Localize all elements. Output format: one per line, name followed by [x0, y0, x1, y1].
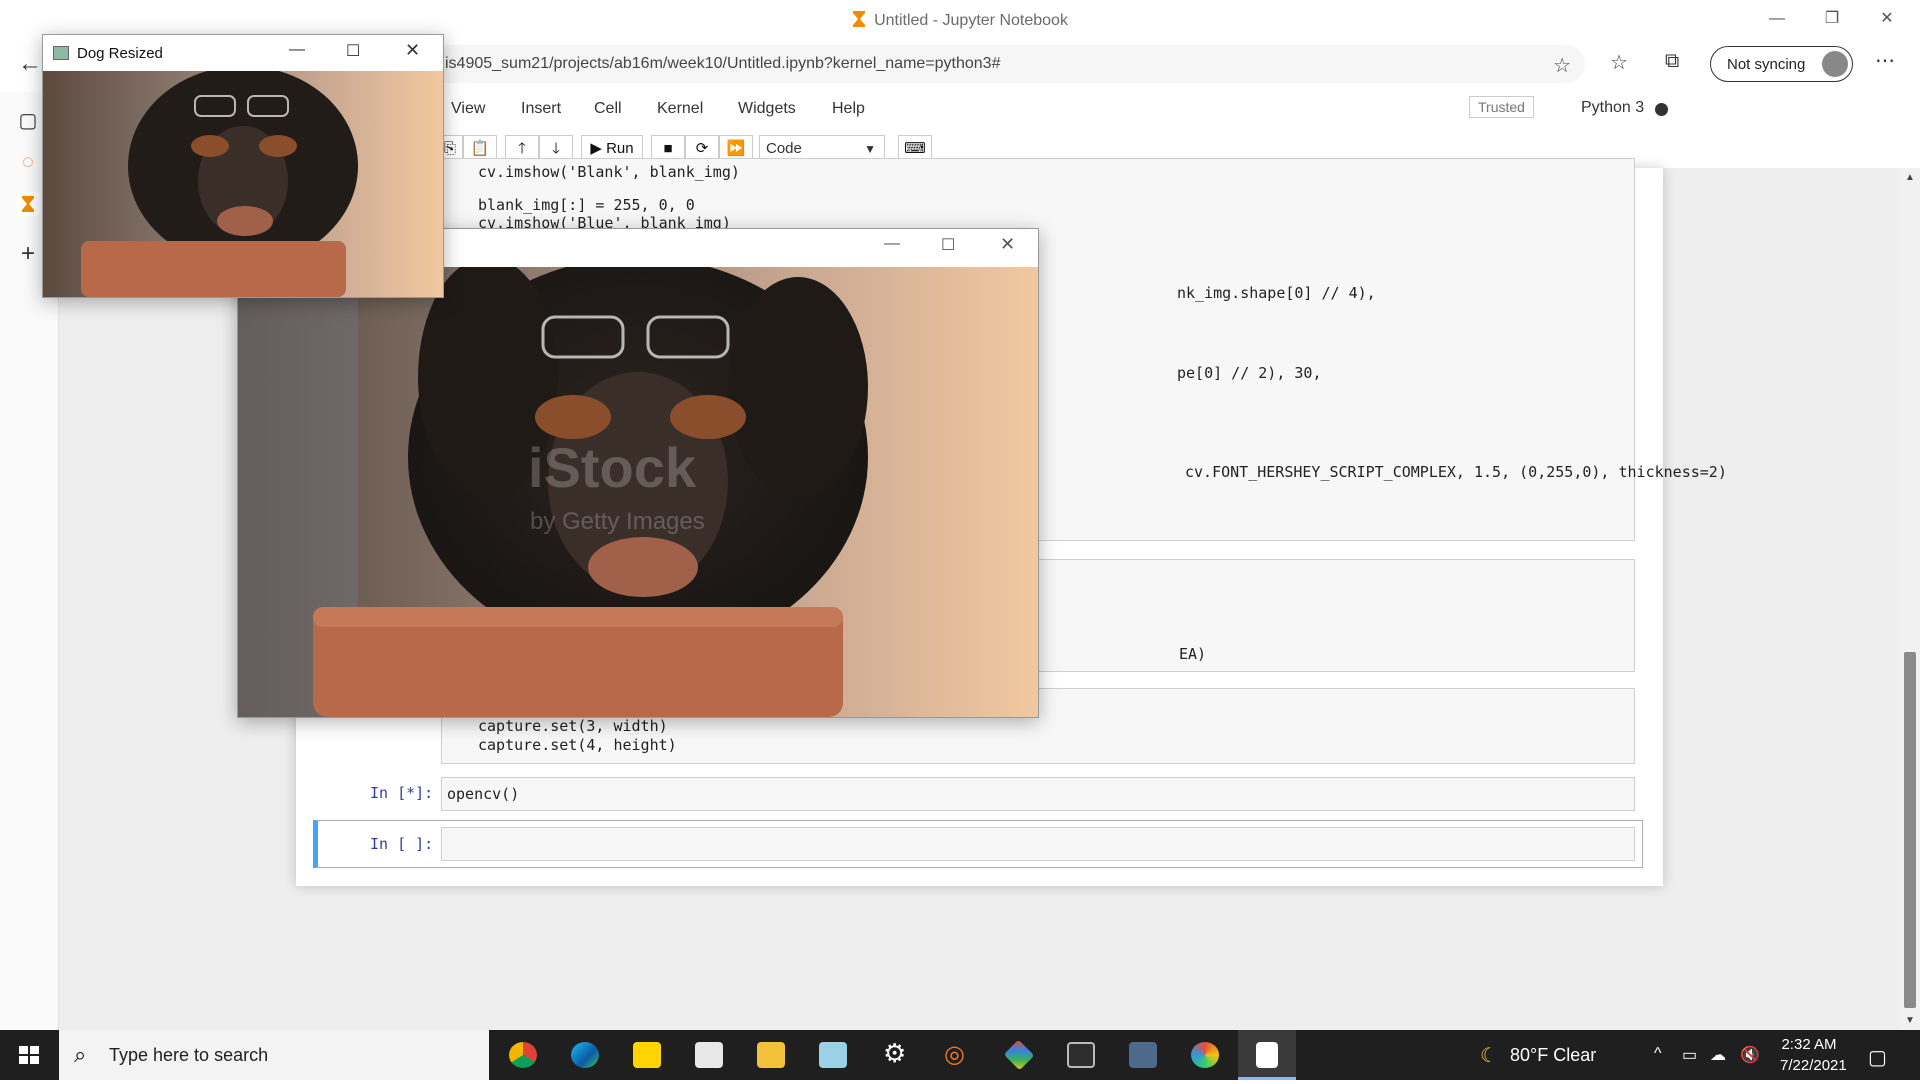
tab-actions-icon[interactable]: ▢: [16, 108, 40, 132]
watermark-subtext: by Getty Images: [530, 508, 705, 535]
windows-logo-icon: [19, 1046, 39, 1064]
close-icon[interactable]: ✕: [1000, 234, 1015, 255]
paint-app-icon[interactable]: [1176, 1030, 1234, 1080]
start-button[interactable]: [0, 1030, 58, 1080]
moon-weather-icon: ☾: [1480, 1045, 1498, 1067]
maximize-icon[interactable]: ☐: [346, 41, 360, 61]
jupyter-tab-icon[interactable]: ◌: [16, 151, 40, 175]
url-text[interactable]: is4905_sum21/projects/ab16m/week10/Untit…: [445, 55, 1000, 73]
menu-help[interactable]: Help: [832, 100, 865, 118]
vertical-scrollbar[interactable]: ▲ ▼: [1900, 168, 1920, 1030]
scroll-up-icon[interactable]: ▲: [1905, 172, 1915, 183]
search-icon: ⌕: [74, 1042, 87, 1067]
store-app-icon[interactable]: [680, 1030, 738, 1080]
dog-resized-window[interactable]: Dog Resized — ☐ ✕: [42, 34, 444, 298]
scrollbar-thumb[interactable]: [1904, 652, 1916, 1008]
sticky-notes-app-icon[interactable]: [618, 1030, 676, 1080]
cell-prompt: In [ ]:: [370, 835, 434, 853]
close-icon[interactable]: ✕: [405, 40, 420, 61]
profile-sync-button[interactable]: Not syncing: [1710, 46, 1853, 82]
settings-app-icon[interactable]: ⚙: [866, 1030, 924, 1080]
weather-text[interactable]: 80°F Clear: [1510, 1045, 1596, 1066]
notepad-app-icon[interactable]: [1238, 1030, 1296, 1080]
onedrive-cloud-icon[interactable]: ☁: [1710, 1045, 1726, 1065]
minimize-icon[interactable]: —: [289, 41, 305, 59]
code-line: cv.FONT_HERSHEY_SCRIPT_COMPLEX, 1.5, (0,…: [1185, 463, 1727, 481]
file-explorer-app-icon[interactable]: [742, 1030, 800, 1080]
notifications-icon[interactable]: ▢: [1868, 1045, 1887, 1070]
favorites-icon[interactable]: ☆: [1610, 50, 1628, 75]
hourglass-tab-icon[interactable]: [16, 192, 40, 216]
calculator-app-icon[interactable]: [1114, 1030, 1172, 1080]
app-window-icon: [53, 46, 69, 60]
chrome-app-icon[interactable]: [494, 1030, 552, 1080]
menu-cell[interactable]: Cell: [594, 100, 622, 118]
code-line: capture.set(3, width): [478, 717, 668, 735]
jupyter-app-icon[interactable]: ◎: [928, 1030, 986, 1080]
empty-code-input[interactable]: [441, 827, 1635, 861]
maximize-icon[interactable]: ☐: [941, 235, 955, 255]
kernel-name: Python 3: [1581, 99, 1645, 116]
edge-app-icon[interactable]: [556, 1030, 614, 1080]
close-button[interactable]: ✕: [1864, 4, 1910, 34]
collections-icon[interactable]: ⧉: [1665, 50, 1679, 73]
address-bar[interactable]: is4905_sum21/projects/ab16m/week10/Untit…: [420, 45, 1585, 83]
code-line: nk_img.shape[0] // 4),: [1177, 284, 1376, 302]
chevron-up-icon[interactable]: ^: [1654, 1045, 1662, 1063]
window-title-bar[interactable]: Dog Resized — ☐ ✕: [43, 35, 443, 71]
taskbar-clock[interactable]: 2:32 AM 7/22/2021: [1780, 1034, 1847, 1076]
watermark-text: iStock: [528, 436, 697, 499]
code-line: blank_img[:] = 255, 0, 0: [478, 196, 695, 214]
app-icon[interactable]: [804, 1030, 862, 1080]
code-line: opencv(): [447, 785, 520, 803]
menu-kernel[interactable]: Kernel: [657, 100, 703, 118]
volume-muted-icon[interactable]: 🔇: [1740, 1045, 1760, 1065]
code-line: capture.set(4, height): [478, 736, 677, 754]
menu-insert[interactable]: Insert: [521, 100, 561, 118]
battery-icon[interactable]: ▭: [1682, 1045, 1697, 1065]
cell-prompt: In [*]:: [370, 784, 434, 802]
scroll-down-icon[interactable]: ▼: [1905, 1015, 1915, 1026]
dog-image: iStock by Getty Images: [238, 267, 1038, 717]
avatar: [1822, 51, 1848, 77]
minimize-button[interactable]: —: [1754, 4, 1800, 34]
code-line: EA): [1179, 645, 1207, 663]
code-line: pe[0] // 2), 30,: [1177, 364, 1322, 382]
menu-widgets[interactable]: Widgets: [738, 100, 796, 118]
hourglass-icon: [853, 11, 866, 27]
menu-view[interactable]: View: [451, 100, 485, 118]
git-app-icon[interactable]: [990, 1030, 1048, 1080]
add-favorite-icon[interactable]: ☆: [1553, 53, 1571, 78]
restore-button[interactable]: ❐: [1809, 4, 1855, 34]
minimize-icon[interactable]: —: [884, 235, 900, 253]
trusted-badge[interactable]: Trusted: [1469, 96, 1534, 118]
more-options-icon[interactable]: ⋯: [1875, 48, 1895, 73]
opencv-image-window[interactable]: — ☐ ✕ iStock by Getty Images: [237, 228, 1039, 718]
dog-resized-image: [43, 71, 443, 297]
back-arrow-icon[interactable]: ←: [18, 50, 42, 78]
window-title: Untitled - Jupyter Notebook: [0, 10, 1920, 30]
taskbar-search[interactable]: ⌕ Type here to search: [59, 1030, 489, 1080]
code-cell-running[interactable]: opencv(): [441, 777, 1635, 811]
terminal-app-icon[interactable]: [1052, 1030, 1110, 1080]
new-tab-icon[interactable]: +: [16, 240, 40, 267]
kernel-busy-indicator: [1655, 103, 1668, 116]
taskbar: ⌕ Type here to search ⚙ ◎ ☾ 80°F Clear ^…: [0, 1030, 1920, 1080]
code-line: cv.imshow('Blank', blank_img): [478, 163, 740, 181]
window-title: Dog Resized: [77, 45, 163, 62]
